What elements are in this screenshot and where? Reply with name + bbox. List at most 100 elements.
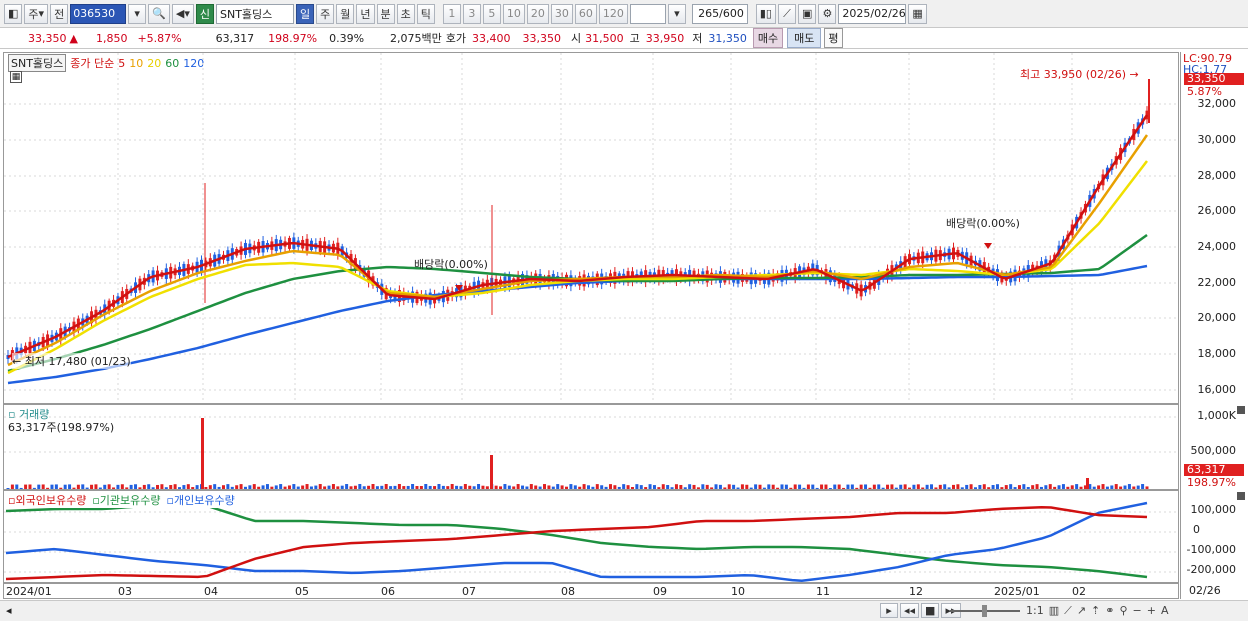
hold-tick-neg200000: -200,000: [1186, 563, 1236, 576]
chart-menu-icon[interactable]: ◧: [4, 3, 23, 24]
tool-icons: 1:1 ▥ ⟋ ↗ ⇡ ⚭ ⚲ − + A: [1026, 604, 1169, 618]
individual-holdings-label[interactable]: ▫개인보유수량: [167, 492, 235, 508]
count-value: 265: [698, 7, 720, 20]
stock-name-field[interactable]: SNT홀딩스: [216, 3, 294, 24]
period-week[interactable]: 주: [316, 3, 335, 24]
open-price: 31,500: [585, 31, 624, 45]
search-icon[interactable]: 🔍: [148, 3, 170, 24]
hold-tick-neg100000: -100,000: [1186, 543, 1236, 556]
ratio-label[interactable]: 1:1: [1026, 604, 1044, 618]
interval-3[interactable]: 3: [462, 3, 481, 24]
plus-icon[interactable]: +: [1147, 604, 1156, 618]
arrow-up-icon[interactable]: ⇡: [1091, 604, 1100, 618]
change-percent: +5.87%: [137, 31, 182, 45]
high-annotation: 최고 33,950 (02/26) →: [1020, 68, 1139, 81]
interval-120[interactable]: 120: [598, 3, 628, 24]
quote-bar: 33,350 ▲ 1,850 +5.87% 63,317 198.97% 0.3…: [0, 28, 1248, 49]
interval-10[interactable]: 10: [502, 3, 525, 24]
volume-panel[interactable]: ▫ 거래량 63,317주(198.97%): [3, 404, 1179, 490]
x-label-02: 02: [1072, 585, 1086, 598]
candle-icon[interactable]: ▮▯: [755, 3, 776, 24]
status-bar: ◂ ▸ ◂◂ ■ ▸▸ 1:1 ▥ ⟋ ↗ ⇡ ⚭ ⚲ − + A: [0, 600, 1248, 621]
period-tick[interactable]: 틱: [416, 3, 435, 24]
interval-60[interactable]: 60: [574, 3, 597, 24]
calendar-icon[interactable]: ▦: [908, 3, 927, 24]
y-tick-18000: 18,000: [1197, 347, 1237, 360]
y-tick-20000: 20,000: [1197, 311, 1237, 324]
price-panel[interactable]: SNT홀딩스 종가 단순 5 10 20 60 120 ▦ 최고 33,950 …: [3, 52, 1179, 404]
chart-type-select[interactable]: 주 ▾: [24, 3, 49, 24]
x-label-08: 08: [561, 585, 575, 598]
save-icon[interactable]: ▣: [797, 3, 817, 24]
text-size-icon[interactable]: A: [1161, 604, 1169, 618]
period-second[interactable]: 초: [396, 3, 415, 24]
line-tool-icon[interactable]: ⟋: [777, 3, 796, 24]
x-label-11: 11: [816, 585, 830, 598]
volume-panel-menu-icon[interactable]: [1237, 406, 1245, 414]
interval-custom-input[interactable]: [629, 3, 666, 24]
stock-code-input[interactable]: 036530: [70, 3, 127, 24]
low-price: 31,350: [708, 31, 747, 45]
y-tick-30000: 30,000: [1197, 133, 1237, 146]
period-minute[interactable]: 분: [376, 3, 395, 24]
ask-price: 33,400: [472, 31, 511, 45]
period-month[interactable]: 월: [336, 3, 355, 24]
link-icon[interactable]: ⚭: [1105, 604, 1114, 618]
foreign-holdings-label[interactable]: ▫외국인보유수량: [8, 492, 86, 508]
minus-icon[interactable]: −: [1133, 604, 1142, 618]
volume-spike-bar: [490, 455, 493, 489]
x-axis-corner: 02/26: [1180, 583, 1248, 599]
institution-holdings-label[interactable]: ▫기관보유수량: [92, 492, 160, 508]
speaker-icon[interactable]: ◀▾: [171, 3, 194, 24]
average-button[interactable]: 평: [824, 28, 843, 48]
high-label: 고: [629, 32, 640, 45]
dividend-note-1: 배당락(0.00%): [414, 258, 488, 271]
scroll-left-icon[interactable]: ◂: [6, 604, 12, 617]
interval-30[interactable]: 30: [550, 3, 573, 24]
zoom-slider-thumb[interactable]: [982, 605, 987, 617]
chart-style-icon[interactable]: ▥: [1049, 604, 1059, 618]
gear-icon[interactable]: ⚙: [818, 3, 837, 24]
interval-1[interactable]: 1: [442, 3, 461, 24]
rewind-icon[interactable]: ◂◂: [900, 603, 920, 618]
x-label-07: 07: [462, 585, 476, 598]
holdings-legend: ▫외국인보유수량 ▫기관보유수량 ▫개인보유수량: [8, 492, 235, 508]
y-tick-24000: 24,000: [1197, 240, 1237, 253]
interval-20[interactable]: 20: [526, 3, 549, 24]
interval-dropdown-icon[interactable]: ▾: [667, 3, 686, 24]
x-axis: 2024/01 03 04 05 06 07 08 09 10 11 12 20…: [3, 583, 1179, 599]
holdings-panel[interactable]: ▫외국인보유수량 ▫기관보유수량 ▫개인보유수량: [3, 490, 1179, 583]
last-date-label: 02/26: [1189, 584, 1221, 597]
bid-label: 호가: [445, 32, 467, 45]
ma-10-line: [7, 134, 1149, 367]
count-field[interactable]: 265/600: [691, 3, 748, 24]
high-price: 33,950: [645, 31, 685, 45]
buy-button[interactable]: 매수: [752, 28, 784, 48]
volume-ratio: 198.97%: [268, 31, 318, 45]
ma-120-line: [7, 264, 1148, 385]
holdings-panel-menu-icon[interactable]: [1237, 492, 1245, 500]
scroll-right-icon[interactable]: ▸: [880, 603, 898, 618]
date-field[interactable]: 2025/02/26: [838, 3, 907, 24]
volume-last-pct: 198.97%: [1187, 476, 1236, 489]
period-day[interactable]: 일: [296, 3, 315, 24]
holdings-axis: 100,000 0 -100,000 -200,000: [1180, 490, 1248, 583]
period-year[interactable]: 년: [356, 3, 375, 24]
code-dropdown-icon[interactable]: ▾: [128, 3, 147, 24]
trend-icon[interactable]: ↗: [1077, 604, 1086, 618]
y-tick-32000: 32,000: [1197, 97, 1237, 110]
new-badge[interactable]: 신: [195, 3, 214, 24]
prev-button[interactable]: 전: [50, 3, 69, 24]
zoom-out-magnifier-icon[interactable]: ⚲: [1119, 604, 1127, 618]
interval-5[interactable]: 5: [482, 3, 501, 24]
x-label-06: 06: [381, 585, 395, 598]
low-label: 저: [692, 32, 703, 45]
x-label-2024-01: 2024/01: [6, 585, 52, 598]
individual-holdings-line: [5, 501, 1148, 582]
hold-tick-0: 0: [1193, 523, 1200, 536]
sell-button[interactable]: 매도: [787, 28, 822, 48]
low-annotation: ← 최저 17,480 (01/23): [12, 353, 131, 369]
draw-icon[interactable]: ⟋: [1064, 604, 1072, 618]
stop-icon[interactable]: ■: [921, 603, 940, 618]
x-label-09: 09: [653, 585, 667, 598]
